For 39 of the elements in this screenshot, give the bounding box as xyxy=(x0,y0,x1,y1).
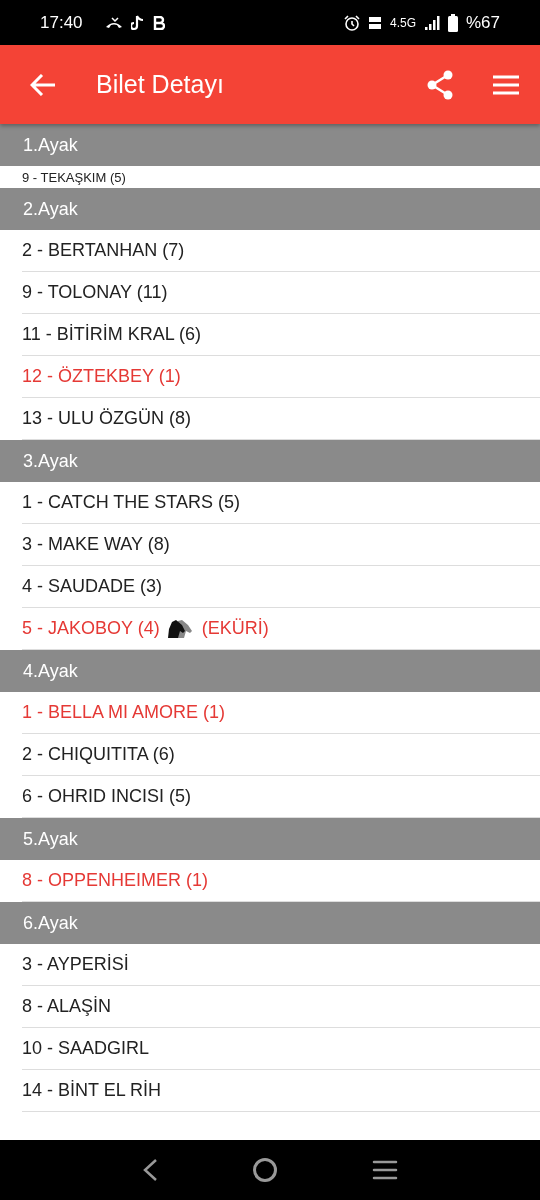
leg-header: 2.Ayak xyxy=(0,188,540,230)
horse-entry: 3 - MAKE WAY (8) xyxy=(22,534,170,555)
horse-head-icon xyxy=(167,618,194,639)
horse-entry: 11 - BİTİRİM KRAL (6) xyxy=(22,324,202,345)
battery-level: %67 xyxy=(465,12,500,33)
horse-entry: 5 - JAKOBOY (4) xyxy=(22,618,160,639)
horse-entry: 2 - BERTANHAN (7) xyxy=(22,240,185,261)
back-nav-icon[interactable] xyxy=(142,1158,158,1182)
horse-entry: 14 - BİNT EL RİH xyxy=(22,1080,162,1101)
missed-call-icon xyxy=(104,16,123,29)
horse-entry: 1 - BELLA MI AMORE (1) xyxy=(22,702,226,723)
alarm-icon xyxy=(343,14,360,31)
page-title: Bilet Detayı xyxy=(96,70,224,99)
horse-entry: 1 - CATCH THE STARS (5) xyxy=(22,492,241,513)
home-nav-icon[interactable] xyxy=(252,1157,278,1183)
horse-entry: 9 - TOLONAY (11) xyxy=(22,282,168,303)
horse-entry: 9 - TEKAŞKIM (5) xyxy=(22,169,126,185)
network-type: 4.5G xyxy=(389,15,416,30)
horse-entry: 4 - SAUDADE (3) xyxy=(22,576,163,597)
horse-entry: 8 - OPPENHEIMER (1) xyxy=(22,870,209,891)
bold-b-icon xyxy=(152,15,165,30)
recents-nav-icon[interactable] xyxy=(372,1160,398,1180)
horse-entry: 12 - ÖZTEKBEY (1) xyxy=(22,366,181,387)
status-time: 17:40 xyxy=(40,12,83,33)
horse-entry: 13 - ULU ÖZGÜN (8) xyxy=(22,408,192,429)
battery-icon xyxy=(447,13,458,32)
leg-header: 5.Ayak xyxy=(0,818,540,860)
leg-header: 3.Ayak xyxy=(0,440,540,482)
horse-entry: 10 - SAADGIRL xyxy=(22,1038,150,1059)
horse-note: (EKÜRİ) xyxy=(201,618,269,639)
horse-entry: 2 - CHIQUITITA (6) xyxy=(22,744,175,765)
horse-entry: 8 - ALAŞİN xyxy=(22,996,112,1017)
horse-entry: 3 - AYPERİSİ xyxy=(22,954,129,975)
horse-entry: 6 - OHRID INCISI (5) xyxy=(22,786,191,807)
signal-icon xyxy=(423,15,440,30)
music-note-icon xyxy=(130,14,145,31)
leg-header: 4.Ayak xyxy=(0,650,540,692)
leg-header: 6.Ayak xyxy=(0,902,540,944)
leg-header: 1.Ayak xyxy=(0,124,540,166)
